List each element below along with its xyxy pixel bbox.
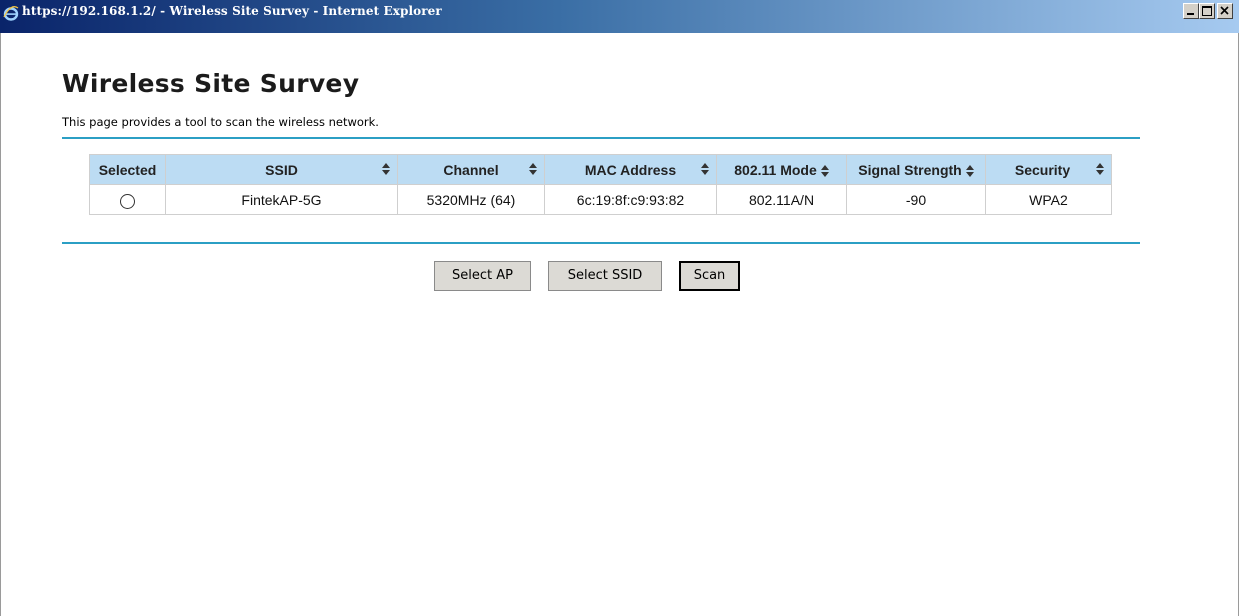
column-header-mac-address[interactable]: MAC Address	[544, 154, 717, 185]
table-row: FintekAP-5G 5320MHz (64) 6c:19:8f:c9:93:…	[89, 184, 1112, 215]
window-controls	[1183, 3, 1233, 19]
ssid-cell: FintekAP-5G	[165, 184, 398, 215]
sort-icon	[701, 163, 709, 175]
column-header-mode[interactable]: 802.11 Mode	[716, 154, 847, 185]
security-cell: WPA2	[985, 184, 1112, 215]
column-header-signal-strength[interactable]: Signal Strength	[846, 154, 986, 185]
page-content: Wireless Site Survey This page provides …	[0, 33, 1239, 616]
close-button[interactable]	[1217, 3, 1233, 19]
column-header-ssid[interactable]: SSID	[165, 154, 398, 185]
select-radio[interactable]	[120, 194, 135, 209]
channel-cell: 5320MHz (64)	[397, 184, 545, 215]
select-ssid-button[interactable]: Select SSID	[548, 261, 662, 291]
sort-icon	[965, 164, 974, 177]
internet-explorer-icon	[3, 6, 19, 21]
minimize-button[interactable]	[1183, 3, 1199, 19]
window-title: https://192.168.1.2/ - Wireless Site Sur…	[22, 4, 442, 18]
signal-cell: -90	[846, 184, 986, 215]
column-header-channel[interactable]: Channel	[397, 154, 545, 185]
window-titlebar[interactable]: https://192.168.1.2/ - Wireless Site Sur…	[0, 0, 1239, 33]
sort-icon	[820, 164, 829, 177]
divider-top	[62, 137, 1140, 139]
mode-cell: 802.11A/N	[716, 184, 847, 215]
column-header-security[interactable]: Security	[985, 154, 1112, 185]
divider-bottom	[62, 242, 1140, 244]
scan-button[interactable]: Scan	[679, 261, 740, 291]
maximize-button[interactable]	[1199, 3, 1215, 19]
site-survey-table: Selected SSID Channel MAC Address 802.11…	[89, 154, 1112, 215]
column-header-selected: Selected	[89, 154, 166, 185]
sort-icon	[1096, 163, 1104, 175]
sort-icon	[382, 163, 390, 175]
table-header-row: Selected SSID Channel MAC Address 802.11…	[89, 154, 1112, 185]
page-description: This page provides a tool to scan the wi…	[62, 115, 379, 129]
selected-cell	[89, 184, 166, 215]
page-title: Wireless Site Survey	[62, 69, 360, 98]
select-ap-button[interactable]: Select AP	[434, 261, 531, 291]
mac-cell: 6c:19:8f:c9:93:82	[544, 184, 717, 215]
close-icon	[1220, 6, 1229, 15]
sort-icon	[529, 163, 537, 175]
